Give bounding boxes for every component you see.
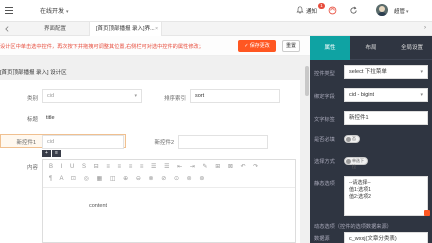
close-icon[interactable]: × xyxy=(155,22,158,36)
static-options-textarea[interactable]: --请选择-- 值1:选项1 值2:选项2 xyxy=(344,176,428,216)
drag-handle-icon[interactable]: ≡ xyxy=(52,150,61,157)
username-label: 超管 xyxy=(394,9,406,15)
property-panel: 属性 布局 全局设置 控件类型 select 下拉菜单 ▾ 绑定字段 cid -… xyxy=(310,36,432,243)
sort-label: 排序索引 xyxy=(163,96,186,102)
data-source-label: 数据源 xyxy=(314,236,330,242)
title-label: 标题 xyxy=(26,117,38,123)
required-toggle-text: 否 xyxy=(352,136,356,141)
editor-toolbar: B I U S ⊟ ≡ ≡ ≡ ≡ ☰ ☰ ⇤ ⇥ ✎ ⊞ ⊠ ↶ ↷ ¶ A … xyxy=(43,160,295,188)
notice-count-badge: 1 xyxy=(318,3,325,9)
design-area: [首页顶部播报 录入] 设计区 类别 cid ▾ 排序索引 sort 标题 ti… xyxy=(0,56,310,243)
dynamic-options-label: 动态选项（控件的选项数据来源） xyxy=(314,224,392,230)
online-dev-label: 在线开发 xyxy=(40,9,65,15)
refresh-icon[interactable] xyxy=(349,6,358,15)
text-label-input[interactable]: 新控件1 xyxy=(344,111,428,125)
select-mode-toggle[interactable]: 单选下拉 xyxy=(344,157,368,169)
data-source-value: c_wxxj(文章分类表) xyxy=(349,236,397,242)
tab-scroll-left-icon[interactable] xyxy=(3,25,11,33)
action-row: 设计区中单击选中控件，再次按下并拖拽可调整其位置,右侧栏可对选中控件的属性修改；… xyxy=(0,36,310,56)
reset-button[interactable]: 重置 xyxy=(282,40,300,52)
editor-toolbar-row[interactable]: ¶ A ⊡ ◎ ▦ ◫ ⊕ ⊖ ⊗ ⊘ ⊙ ⊚ ⊛ xyxy=(49,175,289,185)
chevron-down-icon: ▾ xyxy=(134,93,137,99)
category-select[interactable]: cid ▾ xyxy=(42,89,142,103)
notice-label[interactable]: 通知 xyxy=(306,7,317,15)
editor-content[interactable]: content xyxy=(89,203,107,209)
control-mini-toolbar: + ≡ xyxy=(42,150,62,157)
bind-field-select[interactable]: cid - bigint ▾ xyxy=(344,88,428,102)
rich-text-editor[interactable]: B I U S ⊟ ≡ ≡ ≡ ≡ ☰ ☰ ⇤ ⇥ ✎ ⊞ ⊠ ↶ ↷ ¶ A … xyxy=(42,159,296,243)
theme-icon[interactable] xyxy=(328,6,337,15)
tab-label: 界面配置 xyxy=(44,26,67,32)
text-label-value: 新控件1 xyxy=(349,115,369,121)
required-toggle[interactable]: 否 xyxy=(344,135,360,143)
top-bar: 在线开发 ▾ 通知 1 超管▾ xyxy=(0,0,432,22)
tab-label: [首页顶部播报 录入]界... xyxy=(96,26,155,32)
design-title-text: [首页顶部播报 录入] 设计区 xyxy=(0,70,67,76)
text-label-label: 文字标签 xyxy=(314,117,335,123)
chevron-down-icon: ▾ xyxy=(66,9,69,15)
tab-properties[interactable]: 属性 xyxy=(310,36,350,60)
control-type-select[interactable]: select 下拉菜单 ▾ xyxy=(344,65,428,79)
chevron-down-icon: ▾ xyxy=(420,69,423,75)
option-line: --请选择-- xyxy=(349,180,371,186)
data-source-select[interactable]: c_wxxj(文章分类表) xyxy=(344,232,428,243)
tab-scroll-right-icon[interactable]: › xyxy=(424,25,426,31)
option-line: 值1:选项1 xyxy=(349,187,371,193)
category-label: 类别 xyxy=(26,96,38,102)
sort-value: sort xyxy=(195,93,205,99)
tab-bar: 界面配置 [首页顶部播报 录入]界... × › xyxy=(0,22,432,36)
required-label: 是否必填 xyxy=(314,137,335,143)
menu-toggle-icon[interactable] xyxy=(5,7,13,14)
ctrl2-input[interactable] xyxy=(178,135,268,149)
bind-field-value: cid - bigint xyxy=(349,92,375,98)
resize-handle-icon[interactable] xyxy=(424,210,430,216)
save-label: 保存更改 xyxy=(249,43,270,49)
avatar[interactable] xyxy=(376,4,388,16)
control-type-label: 控件类型 xyxy=(314,71,335,77)
control-type-value: select 下拉菜单 xyxy=(349,69,387,75)
ctrl1-label: 新控件1 xyxy=(16,140,36,146)
design-title: [首页顶部播报 录入] 设计区 xyxy=(0,68,300,78)
design-hint-text: 设计区中单击选中控件，再次按下并拖拽可调整其位置,右侧栏可对选中控件的属性修改； xyxy=(0,44,204,50)
panel-tabs: 属性 布局 全局设置 xyxy=(310,36,432,60)
save-button[interactable]: ✓ 保存更改 xyxy=(238,40,276,52)
select-mode-toggle-text: 单选下拉 xyxy=(352,158,364,169)
editor-toolbar-row[interactable]: B I U S ⊟ ≡ ≡ ≡ ≡ ☰ ☰ ⇤ ⇥ ✎ ⊞ ⊠ ↶ ↷ xyxy=(49,163,289,173)
chevron-down-icon: ▾ xyxy=(420,92,423,98)
bell-icon[interactable] xyxy=(296,6,304,14)
sort-input[interactable]: sort xyxy=(190,89,280,103)
content-label: 内容 xyxy=(26,165,38,171)
user-menu[interactable]: 超管▾ xyxy=(394,7,409,15)
ctrl1-select[interactable]: cid xyxy=(42,135,124,149)
chevron-down-icon: ▾ xyxy=(406,9,409,15)
add-icon[interactable]: + xyxy=(42,150,51,157)
ctrl1-value: cid xyxy=(47,139,55,145)
ctrl2-label: 新控件2 xyxy=(154,140,174,146)
select-mode-label: 选择方式 xyxy=(314,159,335,165)
title-value[interactable]: title xyxy=(46,115,55,121)
tab-global-settings[interactable]: 全局设置 xyxy=(392,36,432,60)
tab-layout[interactable]: 布局 xyxy=(351,36,391,60)
static-options-label: 静态选项 xyxy=(314,181,335,187)
bind-field-label: 绑定字段 xyxy=(314,94,335,100)
tab-interface-config[interactable]: 界面配置 xyxy=(38,22,90,36)
category-value: cid xyxy=(47,93,55,99)
tab-design[interactable]: [首页顶部播报 录入]界... × xyxy=(90,22,162,36)
option-line: 值2:选项2 xyxy=(349,194,371,200)
online-dev-menu[interactable]: 在线开发 ▾ xyxy=(40,6,69,15)
